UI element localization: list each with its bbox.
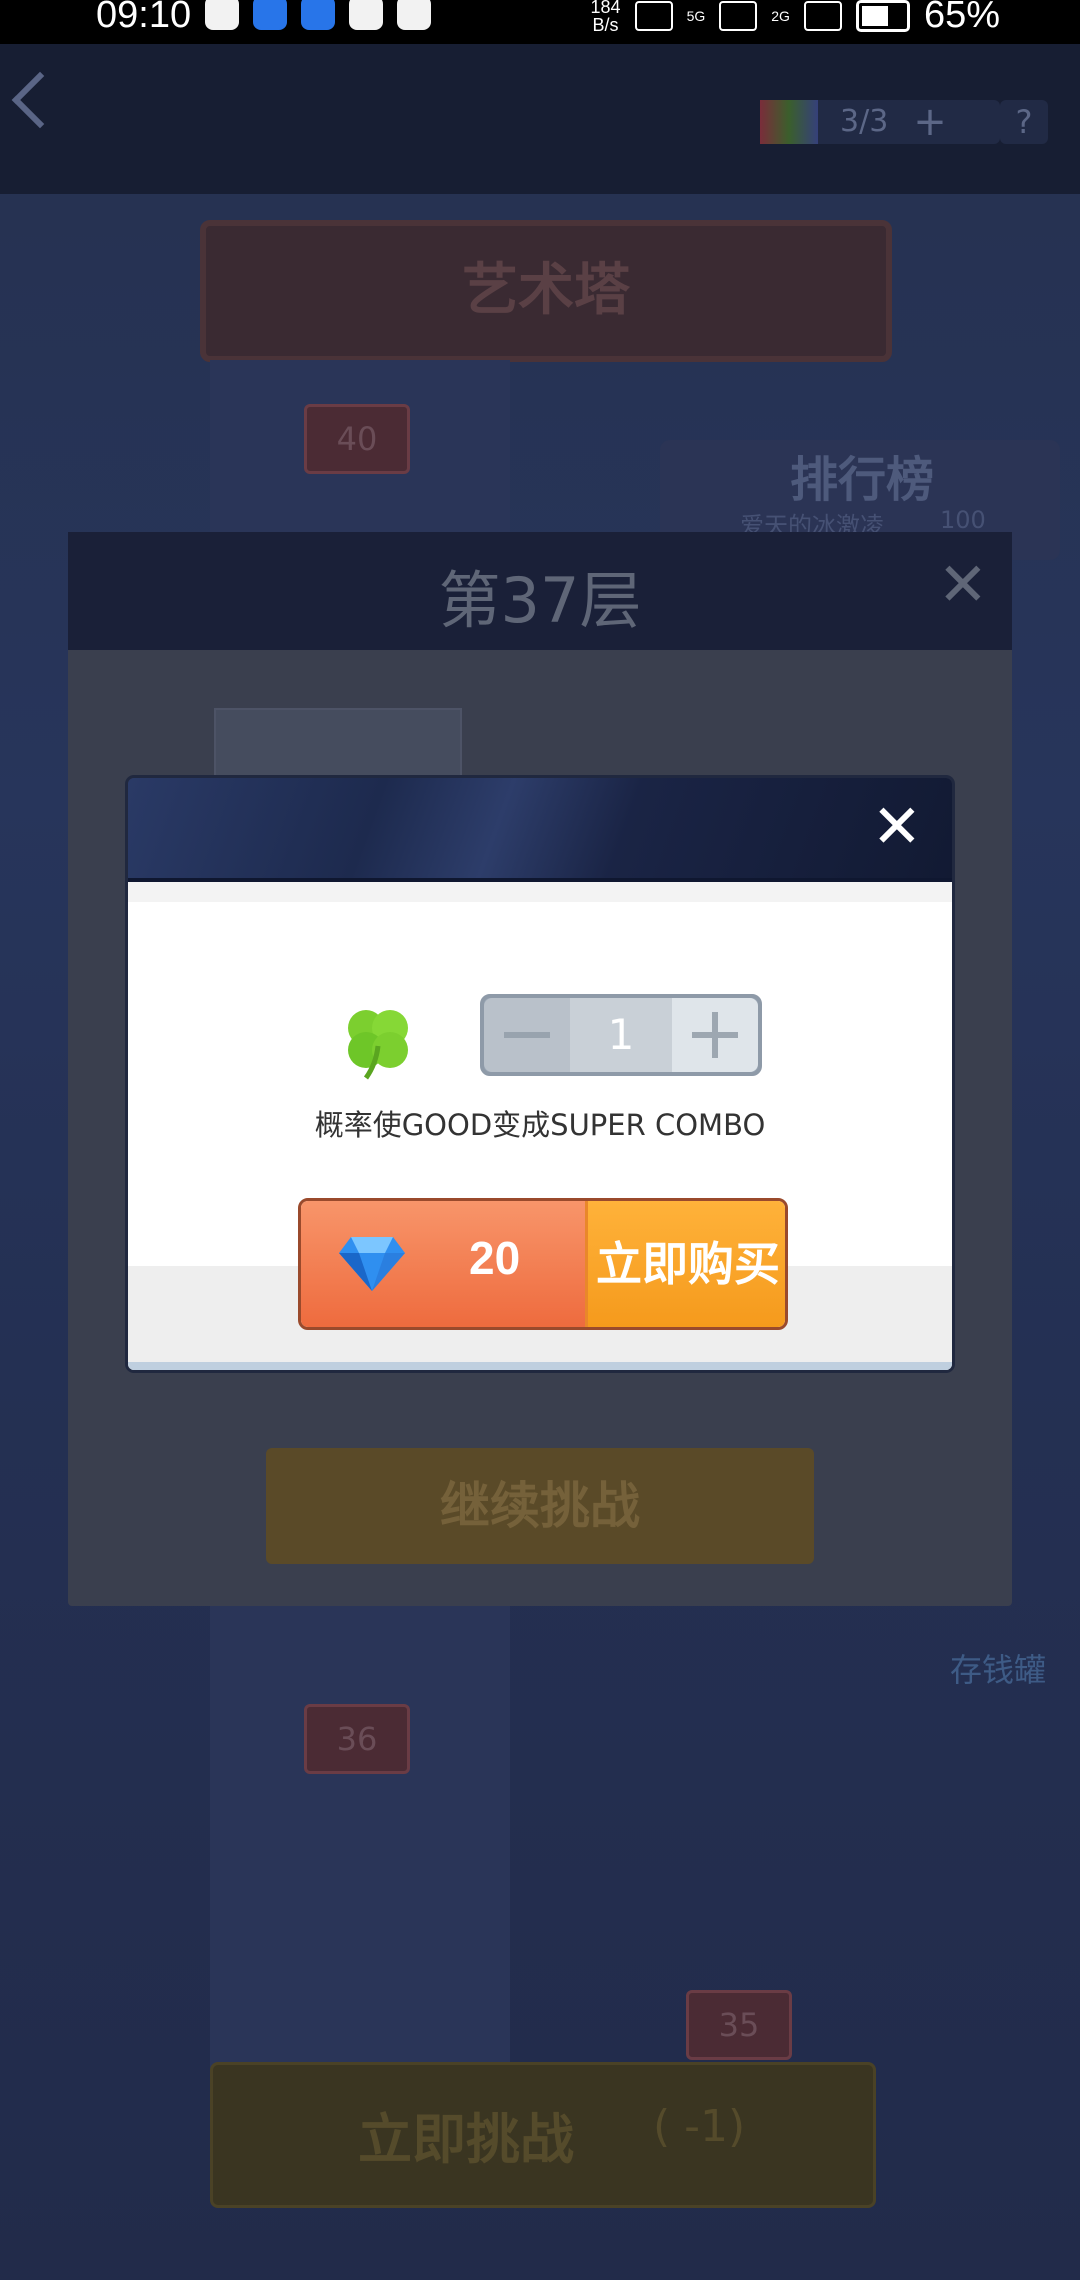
add-ticket-button[interactable]: + [910, 100, 950, 144]
tower-title-banner: 艺术塔 [200, 220, 892, 362]
alarm-icon [397, 0, 431, 30]
buy-now-label: 立即购买 [596, 1237, 780, 1291]
challenge-cost: ( -1) [653, 2101, 746, 2152]
decrease-button[interactable] [484, 998, 570, 1072]
help-button[interactable]: ? [1000, 100, 1048, 144]
increase-button[interactable] [672, 998, 758, 1072]
popup-close-icon[interactable]: ✕ [872, 792, 922, 862]
wechat-icon [205, 0, 239, 30]
notification-icons [205, 0, 431, 30]
net-speed-unit: B/s [592, 14, 619, 35]
status-time: 09:10 [96, 0, 192, 36]
signal-icon-2 [803, 0, 842, 31]
continue-challenge-button[interactable]: 继续挑战 [266, 1448, 814, 1564]
level-title: 第37层 [438, 564, 642, 637]
eye-icon [349, 0, 383, 30]
challenge-now-button[interactable]: 立即挑战 ( -1) [210, 2062, 876, 2208]
ticket-counter: 3/3 + [760, 100, 1000, 144]
net-speed: 184 B/s [591, 0, 621, 34]
price-value: 20 [469, 1232, 521, 1284]
diamond-icon [339, 1237, 405, 1291]
battery-icon [855, 0, 910, 32]
piggy-bank-label[interactable]: 存钱罐 [950, 1645, 1046, 1691]
quantity-value[interactable]: 1 [570, 998, 672, 1072]
signal-icon [719, 0, 758, 31]
level-close-icon[interactable]: ✕ [938, 550, 988, 620]
leaderboard-title: 排行榜 [790, 452, 935, 508]
tower-title: 艺术塔 [462, 258, 630, 323]
continue-challenge-label: 继续挑战 [440, 1477, 640, 1535]
sim2-label: 2G [771, 7, 790, 24]
floor-badge-40[interactable]: 40 [304, 404, 410, 474]
item-description: 概率使GOOD变成SUPER COMBO [314, 1108, 766, 1142]
floor-badge-36[interactable]: 36 [304, 1704, 410, 1774]
floor-badge-35[interactable]: 35 [686, 1990, 792, 2060]
leaderboard-score: 100 [940, 506, 986, 534]
search-app-icon [301, 0, 335, 30]
price-section[interactable]: 20 [301, 1201, 585, 1327]
browser-icon [253, 0, 287, 30]
popup-body-strip [128, 882, 952, 902]
wifi-icon [634, 0, 673, 31]
level-dialog-header: 第37层 ✕ [68, 532, 1012, 650]
status-right: 184 B/s 5G 2G 65% [591, 0, 1000, 37]
ticket-count: 3/3 [840, 104, 889, 139]
ticket-icon [760, 100, 818, 144]
buy-now-section[interactable]: 立即购买 [585, 1201, 785, 1327]
clover-icon [348, 1010, 408, 1080]
sim1-label: 5G [686, 7, 706, 24]
battery-level: 65% [923, 0, 1000, 36]
purchase-popup: ✕ 1 概率使GOOD变成SUPER COMBO 20 立即购买 [128, 778, 952, 1370]
popup-header: ✕ [128, 778, 952, 882]
challenge-now-label: 立即挑战 [358, 2108, 574, 2171]
quantity-stepper: 1 [480, 994, 762, 1076]
buy-now-button[interactable]: 20 立即购买 [298, 1198, 788, 1330]
status-bar: 09:10 184 B/s 5G 2G 65% [0, 0, 1080, 44]
game-background: 09:10 184 B/s 5G 2G 65% 3/3 + ? 艺术塔 40 3… [0, 0, 1080, 2280]
